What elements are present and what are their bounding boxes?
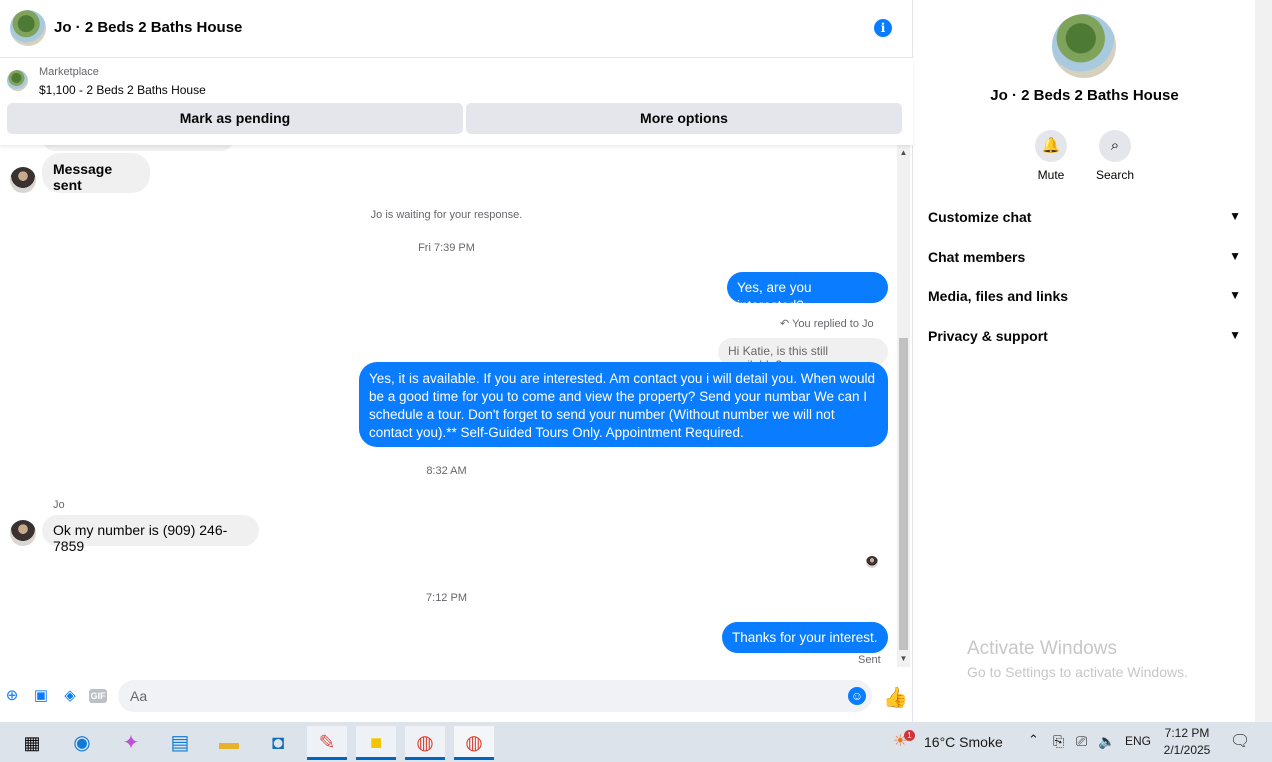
conversation-avatar[interactable] [10, 10, 46, 46]
more-options-button[interactable]: More options [466, 103, 902, 134]
meet-icon[interactable]: ⎘ [1053, 733, 1064, 750]
section-label: Customize chat [928, 209, 1032, 225]
outlook-icon[interactable]: ◘ [258, 726, 298, 760]
notification-badge: 1 [904, 730, 915, 741]
gif-icon[interactable]: GIF [89, 689, 107, 703]
section-label: Privacy & support [928, 328, 1048, 344]
read-receipt-avatar [866, 556, 878, 568]
chevron-down-icon: ▼ [1229, 209, 1241, 223]
marketplace-label: Marketplace [39, 66, 99, 78]
paint-icon[interactable]: ✎ [307, 726, 347, 760]
section-label: Chat members [928, 249, 1026, 265]
waiting-notice: Jo is waiting for your response. [370, 209, 523, 221]
sticker-icon[interactable]: ◈ [61, 687, 79, 705]
scroll-up-arrow[interactable]: ▲ [897, 147, 910, 159]
chevron-down-icon: ▼ [1229, 288, 1241, 302]
network-icon[interactable]: ⎚ [1076, 733, 1087, 750]
edge-icon[interactable]: ◉ [62, 726, 102, 760]
panel-title: Jo · 2 Beds 2 Baths House [990, 87, 1179, 104]
message-list: Message sent Jo is waiting for your resp… [0, 145, 913, 670]
reply-icon: ↶ [780, 318, 790, 330]
info-icon[interactable]: i [874, 19, 892, 37]
search-icon: ⌕ [1099, 130, 1131, 162]
message-input[interactable]: Aa [118, 680, 872, 712]
listing-title[interactable]: $1,100 - 2 Beds 2 Baths House [39, 83, 206, 97]
chevron-down-icon: ▼ [1229, 249, 1241, 263]
activation-watermark-subtitle: Go to Settings to activate Windows. [967, 664, 1188, 680]
chevron-up-icon[interactable]: ⌃ [1028, 732, 1039, 748]
windows-taskbar: ▦ ◉ ✦ ▤ ▬ ◘ ✎ ■ ◍ ◍ ☀ 1 16°C Smoke ⌃ ⎘ ⎚… [0, 722, 1272, 762]
bell-icon: 🔔 [1035, 130, 1067, 162]
file-explorer-icon[interactable]: ▬ [209, 726, 249, 760]
replied-label: You replied to Jo [792, 318, 874, 330]
panel-avatar[interactable] [1052, 14, 1116, 78]
notifications-icon[interactable]: 🗨 [1230, 731, 1250, 751]
plus-icon[interactable]: ⊕ [3, 687, 21, 705]
like-icon[interactable]: 👍 [883, 685, 908, 710]
outgoing-message[interactable]: Yes, it is available. If you are interes… [359, 362, 888, 447]
section-media-files-links[interactable]: Media, files and links ▼ [928, 288, 1241, 312]
previous-message-bubble [42, 145, 234, 151]
section-customize-chat[interactable]: Customize chat ▼ [928, 209, 1241, 233]
timestamp: 7:12 PM [426, 592, 467, 604]
conversation-info-panel: Jo · 2 Beds 2 Baths House 🔔 Mute ⌕ Searc… [914, 0, 1255, 722]
avatar [10, 167, 36, 193]
message-scrollbar[interactable]: ▲ ▼ [897, 145, 910, 667]
chrome-icon[interactable]: ◍ [405, 726, 445, 760]
language-indicator[interactable]: ENG [1125, 734, 1151, 748]
mute-button[interactable]: 🔔 Mute [1021, 130, 1081, 182]
outgoing-message[interactable]: Yes, are you interested? [727, 272, 888, 313]
conversation-title[interactable]: Jo · 2 Beds 2 Baths House [54, 19, 242, 36]
volume-icon[interactable]: 🔈 [1098, 733, 1115, 750]
weather-text[interactable]: 16°C Smoke [924, 734, 1003, 750]
search-label: Search [1095, 168, 1135, 182]
section-label: Media, files and links [928, 288, 1069, 304]
image-icon[interactable]: ▣ [32, 687, 50, 705]
marketplace-bar: Marketplace $1,100 - 2 Beds 2 Baths Hous… [0, 58, 913, 145]
timestamp: 8:32 AM [426, 465, 467, 477]
emoji-icon[interactable]: ☺ [848, 687, 866, 705]
message-sent-bubble: Message sent [42, 153, 150, 193]
store-icon[interactable]: ▤ [160, 726, 200, 760]
chat-pane: Jo · 2 Beds 2 Baths House i Marketplace … [0, 0, 913, 722]
incoming-message[interactable]: Ok my number is (909) 246-7859 [42, 515, 259, 554]
composer: ⊕ ▣ ◈ GIF Aa ☺ 👍 [0, 672, 913, 720]
clock-time[interactable]: 7:12 PM [1160, 726, 1214, 740]
section-chat-members[interactable]: Chat members ▼ [928, 249, 1241, 273]
copilot-icon[interactable]: ✦ [111, 726, 151, 760]
chat-header: Jo · 2 Beds 2 Baths House i [0, 0, 913, 58]
scroll-down-arrow[interactable]: ▼ [897, 653, 910, 665]
messenger-app: Jo · 2 Beds 2 Baths House i Marketplace … [0, 0, 1272, 722]
mute-label: Mute [1037, 168, 1065, 182]
avatar [10, 520, 36, 546]
task-view-icon[interactable]: ▦ [12, 726, 52, 760]
replied-indicator: ↶ You replied to Jo [780, 317, 874, 330]
sticky-notes-icon[interactable]: ■ [356, 726, 396, 760]
clock-date[interactable]: 2/1/2025 [1160, 743, 1214, 757]
chevron-down-icon: ▼ [1229, 328, 1241, 342]
section-privacy-support[interactable]: Privacy & support ▼ [928, 328, 1241, 352]
mark-as-pending-button[interactable]: Mark as pending [7, 103, 463, 134]
sent-status: Sent [858, 654, 881, 666]
page-scrollbar[interactable] [1255, 0, 1272, 722]
sender-name: Jo [53, 499, 65, 511]
scroll-thumb[interactable] [899, 338, 908, 650]
activation-watermark-title: Activate Windows [967, 638, 1117, 659]
listing-thumbnail[interactable] [7, 70, 28, 91]
search-button[interactable]: ⌕ Search [1085, 130, 1145, 182]
timestamp: Fri 7:39 PM [418, 242, 475, 254]
chrome-active-icon[interactable]: ◍ [454, 726, 494, 760]
outgoing-message[interactable]: Thanks for your interest. [722, 622, 888, 653]
